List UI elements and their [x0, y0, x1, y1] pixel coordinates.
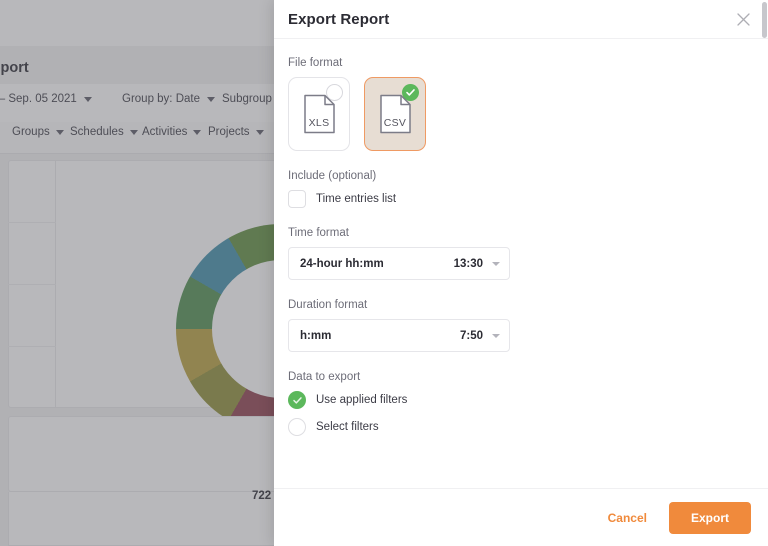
- radio-checked-icon: [288, 391, 306, 409]
- time-format-select[interactable]: 24-hour hh:mm 13:30: [288, 247, 510, 280]
- radio-unchecked-icon: [288, 418, 306, 436]
- modal-footer: Cancel Export: [274, 488, 768, 546]
- time-entries-list-label: Time entries list: [316, 193, 397, 205]
- file-format-label: File format: [288, 57, 343, 69]
- cancel-button[interactable]: Cancel: [608, 511, 647, 525]
- radio-row-use-applied-filters[interactable]: Use applied filters: [288, 391, 754, 409]
- data-to-export-label: Data to export: [288, 371, 361, 383]
- duration-format-select[interactable]: h:mm 7:50: [288, 319, 510, 352]
- data-to-export-group: Data to export Use applied filters Selec…: [288, 371, 754, 436]
- duration-format-group: Duration format h:mm 7:50: [288, 299, 754, 352]
- file-format-option-csv[interactable]: CSV: [364, 77, 426, 151]
- close-icon[interactable]: [733, 9, 754, 30]
- include-group: Include (optional) Time entries list: [288, 170, 754, 208]
- time-format-value: 24-hour hh:mm: [300, 257, 384, 270]
- file-format-label-csv: CSV: [383, 117, 407, 129]
- file-format-label-xls: XLS: [308, 117, 330, 129]
- include-label: Include (optional): [288, 170, 377, 182]
- radio-row-select-filters[interactable]: Select filters: [288, 418, 754, 436]
- chevron-down-icon: [492, 333, 500, 338]
- duration-format-value: h:mm: [300, 329, 332, 342]
- page-title: Export Report: [288, 10, 390, 28]
- file-format-option-xls[interactable]: XLS: [288, 77, 350, 151]
- scrollbar-thumb[interactable]: [762, 2, 767, 38]
- select-filters-label: Select filters: [316, 421, 379, 433]
- modal-body: File format XLS CSV Include (optional) T…: [274, 39, 768, 488]
- export-button[interactable]: Export: [668, 501, 751, 534]
- time-format-label: Time format: [288, 227, 349, 239]
- duration-format-label: Duration format: [288, 299, 368, 311]
- file-format-options: XLS CSV: [288, 77, 754, 151]
- use-applied-filters-label: Use applied filters: [316, 394, 408, 406]
- xls-file-icon: XLS: [303, 94, 336, 134]
- time-entries-list-checkbox-row[interactable]: Time entries list: [288, 190, 754, 208]
- checkbox-unchecked-icon[interactable]: [288, 190, 306, 208]
- file-format-group: File format XLS CSV: [288, 57, 754, 151]
- chevron-down-icon: [492, 261, 500, 266]
- duration-format-preview: 7:50: [459, 329, 483, 342]
- modal-header: Export Report: [274, 0, 768, 39]
- csv-file-icon: CSV: [379, 94, 412, 134]
- export-report-modal: Export Report File format XLS CSV Includ…: [274, 0, 768, 546]
- time-format-group: Time format 24-hour hh:mm 13:30: [288, 227, 754, 280]
- time-format-preview: 13:30: [453, 257, 483, 270]
- export-report-screen: Report 2021 – Sep. 05 2021 Group by: Dat…: [0, 0, 768, 546]
